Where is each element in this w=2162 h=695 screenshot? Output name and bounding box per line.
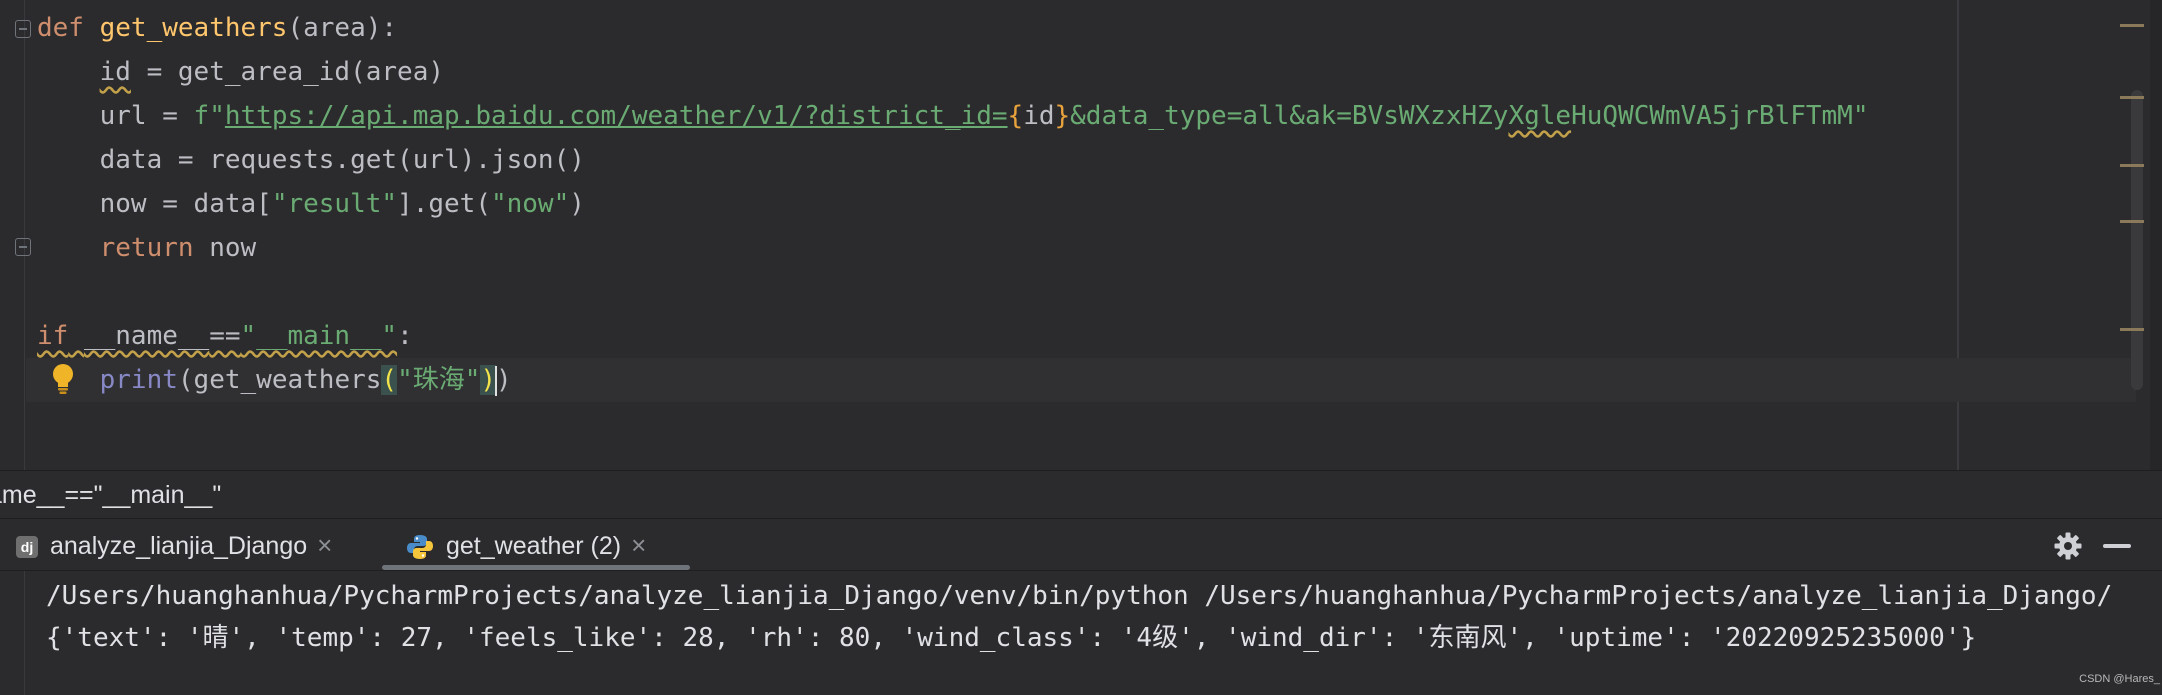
code-text: now: [193, 233, 257, 263]
code-line-2[interactable]: id = get_area_id(area): [37, 50, 444, 94]
scroll-marker[interactable]: [2120, 24, 2144, 27]
code-text: (area):: [287, 13, 398, 43]
tab-get-weather[interactable]: get_weather (2) ×: [406, 519, 646, 571]
string-prefix: f": [193, 101, 225, 131]
run-tool-window-header: dj analyze_lianjia_Django × get_weather (2…: [0, 518, 2162, 571]
code-text: now = data[: [99, 189, 272, 219]
keyword-return: return: [99, 233, 194, 263]
fold-start-icon[interactable]: [15, 20, 31, 38]
string-text: "now": [490, 189, 570, 219]
scroll-marker[interactable]: [2120, 164, 2144, 167]
watermark: CSDN @Hares_: [2079, 673, 2160, 685]
scroll-marker[interactable]: [2120, 220, 2144, 223]
scroll-marker[interactable]: [2120, 96, 2144, 99]
code-text: = get_area_id(area): [130, 57, 445, 87]
close-icon[interactable]: ×: [317, 530, 332, 560]
code-line-3[interactable]: url = f"https://api.map.baidu.com/weathe…: [37, 94, 1869, 138]
gutter: [24, 0, 25, 470]
right-tool-strip: [2150, 0, 2162, 470]
string-text: "珠海": [397, 365, 481, 395]
url-link[interactable]: https://api.map.baidu.com/weather/v1/?di…: [225, 101, 1008, 131]
matched-paren: (: [381, 365, 398, 395]
code-line-4[interactable]: data = requests.get(url).json(): [37, 138, 585, 182]
breadcrumb-item[interactable]: ame__=="__main__": [0, 471, 221, 519]
code-line-1[interactable]: def get_weathers(area):: [37, 6, 397, 50]
dunder-name: __name__: [83, 321, 210, 351]
code-text: ): [496, 365, 512, 395]
fstring-variable: id: [1023, 101, 1055, 131]
run-console[interactable]: /Users/huanghanhua/PycharmProjects/analy…: [0, 570, 2162, 695]
console-output-line: {'text': '晴', 'temp': 27, 'feels_like': …: [46, 623, 1977, 653]
gear-icon[interactable]: [2053, 531, 2083, 561]
variable-id: id: [99, 57, 131, 87]
code-text: ].get(: [397, 189, 491, 219]
tab-analyze-lianjia-django[interactable]: dj analyze_lianjia_Django ×: [16, 519, 332, 571]
fold-end-icon[interactable]: [15, 238, 31, 256]
string-text: &data_type=all&ak=BVsWXzxHZy: [1070, 101, 1509, 131]
code-text: (get_weathers: [177, 365, 382, 395]
minimize-icon[interactable]: [2103, 544, 2131, 548]
scroll-marker[interactable]: [2120, 328, 2144, 331]
code-text: data = requests.get(url).json(): [99, 145, 585, 175]
code-line-9[interactable]: print(get_weathers("珠海")): [37, 358, 512, 402]
fstring-brace: {: [1007, 101, 1024, 131]
code-editor[interactable]: def get_weathers(area): id = get_area_id…: [0, 0, 2162, 470]
code-text: ): [569, 189, 585, 219]
close-icon[interactable]: ×: [631, 530, 646, 560]
editor-scrollbar[interactable]: [2131, 90, 2143, 390]
code-text: ==: [209, 321, 241, 351]
python-icon: [407, 535, 433, 560]
function-name: get_weathers: [99, 13, 288, 43]
code-line-8[interactable]: if __name__=="__main__":: [37, 314, 413, 358]
string-text: HuQWCWmVA5jrBlFTmM": [1571, 101, 1869, 131]
code-line-6[interactable]: return now: [37, 226, 257, 270]
string-text: "result": [271, 189, 398, 219]
console-command-line: /Users/huanghanhua/PycharmProjects/analy…: [46, 581, 2113, 611]
console-gutter: [24, 571, 25, 695]
typo-string-text: Xgle: [1508, 101, 1572, 131]
keyword-def: def: [37, 13, 84, 43]
builtin-print: print: [99, 365, 178, 395]
matched-paren: ): [480, 365, 497, 395]
breadcrumb[interactable]: ame__=="__main__": [0, 470, 2162, 519]
tab-label: get_weather (2): [446, 532, 622, 560]
string-text: "__main__": [240, 321, 398, 351]
code-line-5[interactable]: now = data["result"].get("now"): [37, 182, 585, 226]
code-text: :: [397, 321, 413, 351]
code-text: url =: [99, 101, 194, 131]
keyword-if: if: [37, 321, 69, 351]
django-icon: dj: [16, 536, 38, 559]
tab-label: analyze_lianjia_Django: [50, 532, 308, 560]
fstring-brace: }: [1054, 101, 1071, 131]
